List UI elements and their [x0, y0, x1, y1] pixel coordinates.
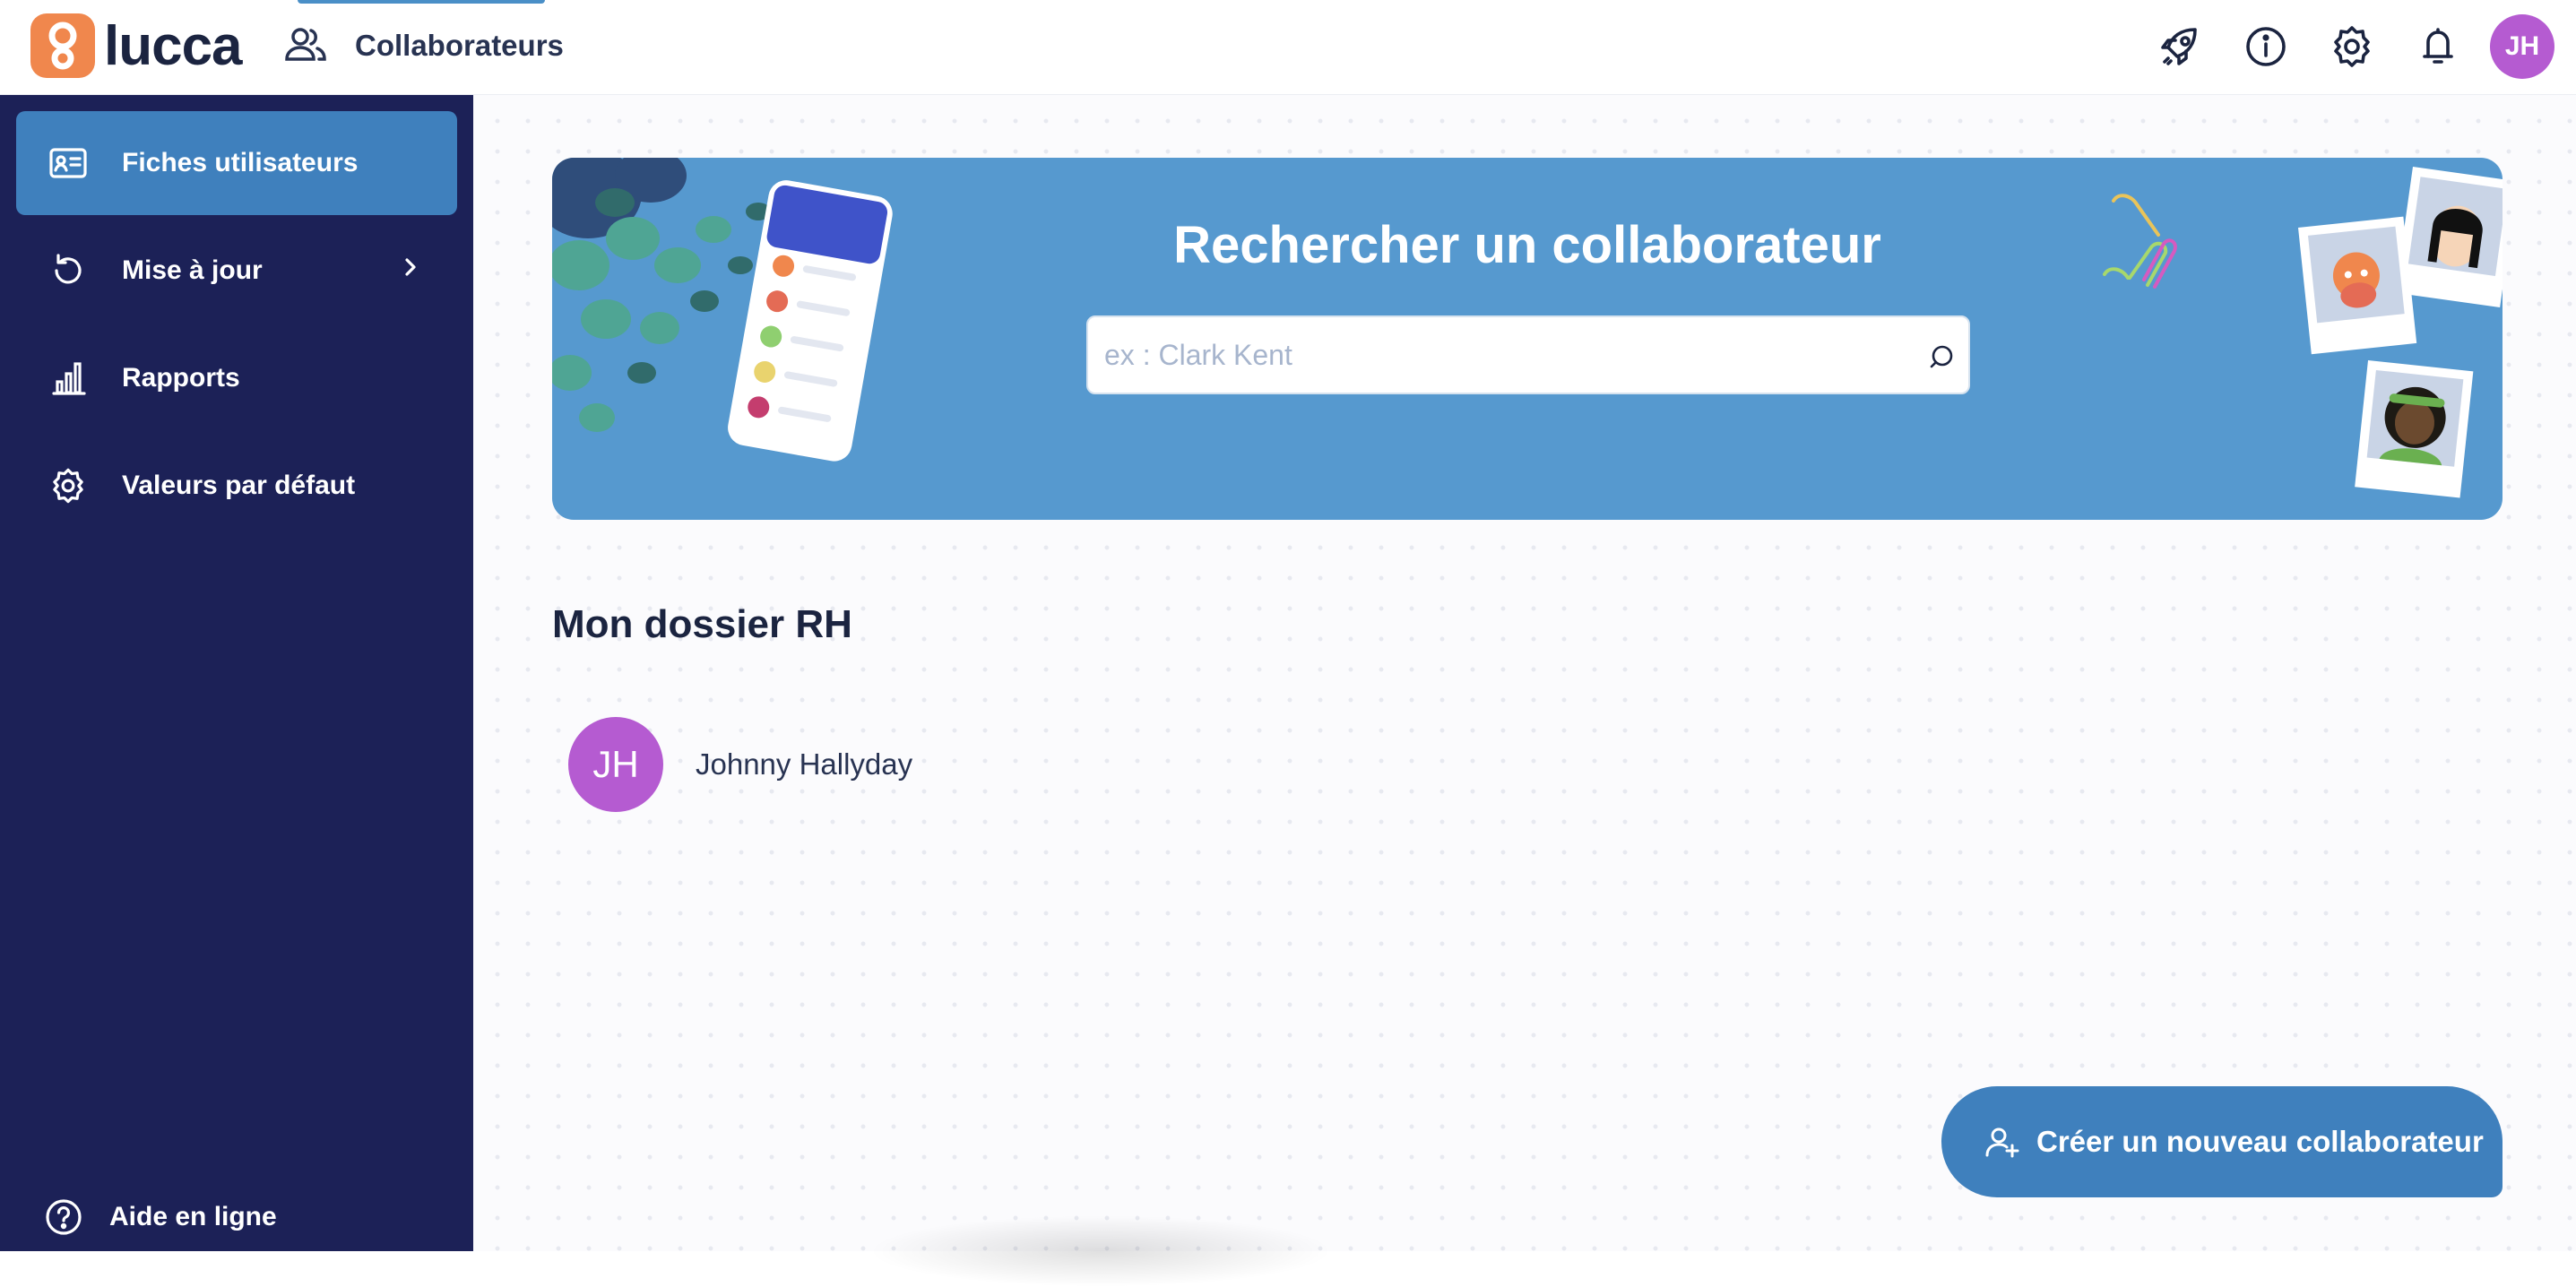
help-icon [46, 1199, 82, 1235]
create-button-label: Créer un nouveau collaborateur [2036, 1125, 2484, 1158]
sidebar-item-rapports[interactable]: Rapports [16, 326, 457, 430]
info-icon[interactable] [2232, 13, 2300, 81]
search-field[interactable] [1086, 315, 1970, 394]
help-label: Aide en ligne [109, 1202, 277, 1231]
settings-icon [48, 466, 88, 505]
rocket-icon[interactable] [2146, 13, 2214, 81]
sidebar-item-fiches-utilisateurs[interactable]: Fiches utilisateurs [16, 111, 457, 215]
top-bar: lucca Collaborateurs JH [0, 0, 2576, 95]
search-icon[interactable] [1927, 342, 1956, 376]
lucca-logo-icon [30, 13, 95, 78]
sidebar-item-label: Rapports [122, 363, 240, 393]
settings-icon[interactable] [2318, 13, 2386, 81]
person-card[interactable]: JH Johnny Hallyday [568, 717, 912, 812]
refresh-icon [48, 251, 88, 290]
search-input[interactable] [1104, 317, 1911, 393]
id-card-icon [48, 143, 88, 183]
header-actions: JH [2128, 13, 2554, 81]
bell-icon[interactable] [2404, 13, 2472, 81]
sidebar-item-mise-a-jour[interactable]: Mise à jour [16, 219, 457, 323]
search-banner: Rechercher un collaborateur [552, 158, 2503, 520]
section-title: Mon dossier RH [552, 602, 852, 646]
user-avatar[interactable]: JH [2490, 14, 2554, 79]
logo-text: lucca [104, 14, 243, 77]
phone-illustration [552, 158, 893, 462]
chevron-right-icon [403, 256, 418, 282]
help-link[interactable]: Aide en ligne [45, 1190, 277, 1244]
add-user-icon [1985, 1127, 2019, 1158]
sidebar-item-label: Mise à jour [122, 255, 263, 285]
person-name[interactable]: Johnny Hallyday [696, 747, 912, 782]
sidebar: Fiches utilisateurs Mise à jour Rapports [0, 95, 473, 1251]
users-icon [283, 23, 328, 68]
create-collaborator-button[interactable]: Créer un nouveau collaborateur [1941, 1086, 2503, 1197]
sidebar-item-label: Fiches utilisateurs [122, 148, 359, 177]
avatar: JH [568, 717, 663, 812]
main-content: Rechercher un collaborateur ex: Clark K… [473, 95, 2576, 1287]
app-title[interactable]: Collaborateurs [355, 25, 564, 66]
bar-chart-icon [48, 358, 88, 398]
sidebar-item-label: Valeurs par défaut [122, 471, 356, 500]
sidebar-item-valeurs-par-defaut[interactable]: Valeurs par défaut [16, 434, 457, 538]
decorative-shadow [868, 1215, 1334, 1287]
polaroids-illustration [2103, 167, 2503, 498]
active-app-indicator [298, 0, 545, 4]
lucca-logo[interactable]: lucca [30, 13, 243, 79]
